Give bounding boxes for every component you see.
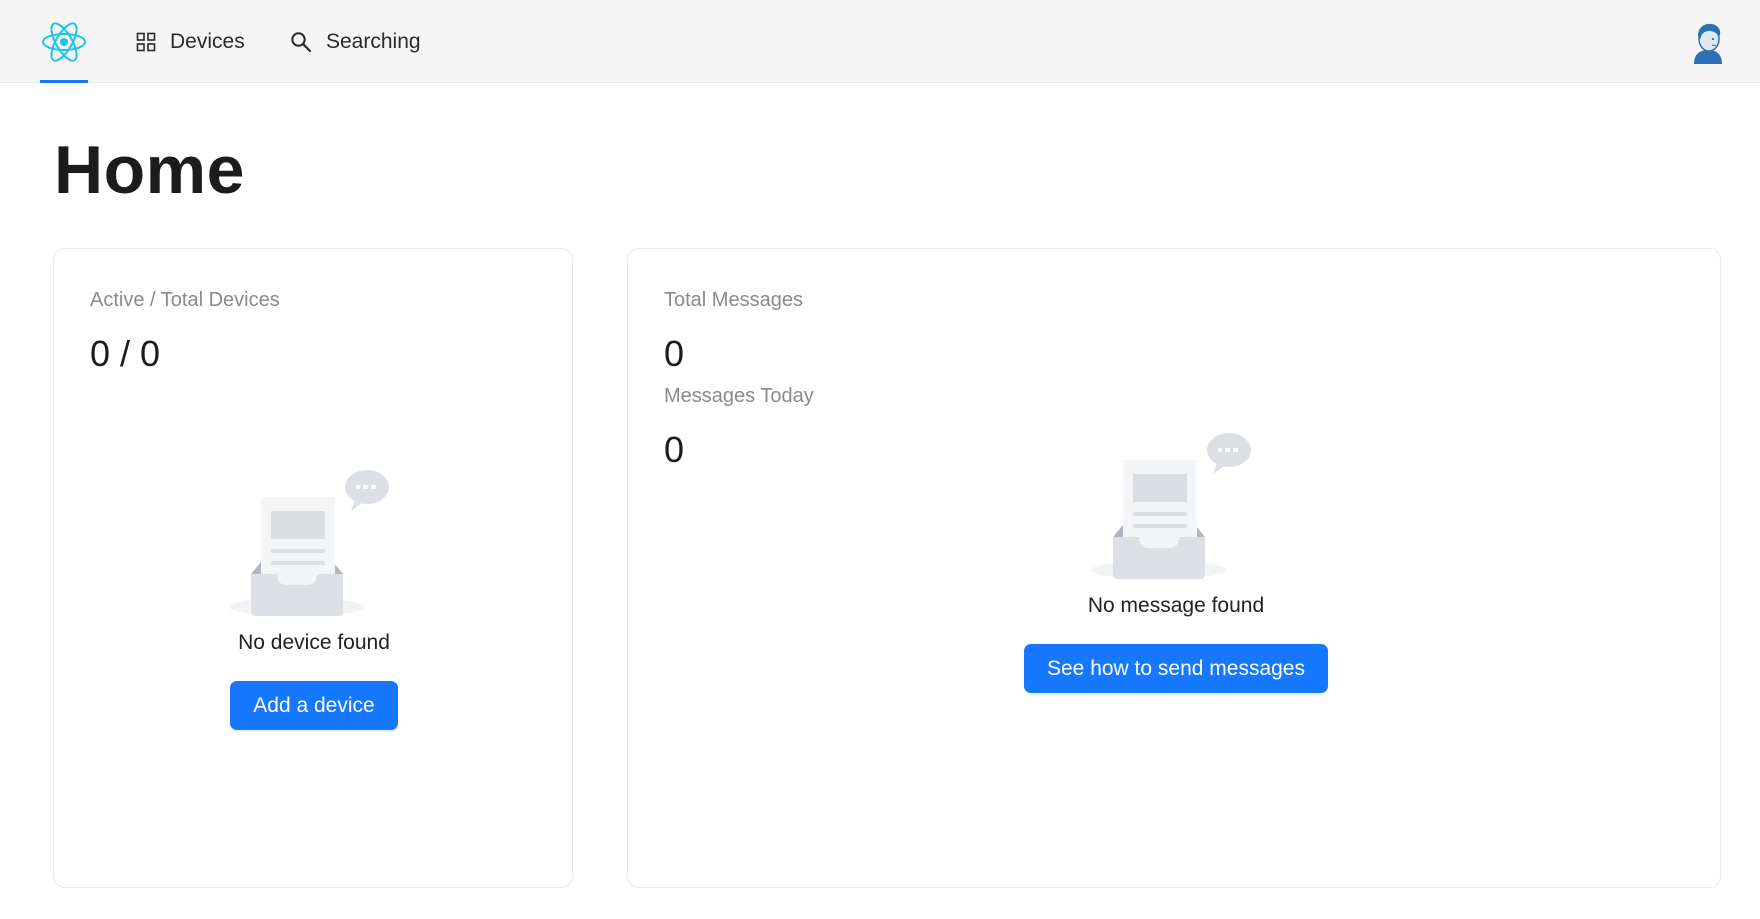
empty-inbox-icon [1091,433,1251,579]
total-messages-label: Total Messages [664,289,803,311]
app-logo[interactable] [40,0,88,83]
total-messages-value: 0 [664,333,685,374]
messages-empty-state: No message found See how to send message… [1024,432,1328,693]
search-icon [290,31,312,53]
user-avatar[interactable] [1690,20,1726,64]
devices-empty-state: No device found Add a device [54,469,574,730]
top-navbar: Devices Searching [0,0,1760,83]
messages-today-label: Messages Today [664,385,814,407]
nav-item-label: Searching [326,29,421,53]
no-message-text: No message found [1087,594,1265,617]
empty-inbox-icon [229,470,389,616]
devices-card: Active / Total Devices 0 / 0 No device f… [53,248,573,888]
avatar-portrait-icon [1694,23,1722,64]
page-title: Home [54,132,245,208]
active-total-devices-label: Active / Total Devices [90,289,280,311]
messages-today-value: 0 [664,429,685,470]
add-device-button[interactable]: Add a device [230,681,398,730]
app-grid-icon [136,32,156,52]
nav-item-devices[interactable]: Devices [136,0,245,83]
active-total-devices-value: 0 / 0 [90,333,161,374]
active-nav-indicator [40,80,88,83]
messages-card: Total Messages 0 Messages Today 0 No mes… [627,248,1721,888]
send-messages-guide-button[interactable]: See how to send messages [1024,644,1328,693]
nav-item-searching[interactable]: Searching [290,0,421,83]
nav-item-label: Devices [170,29,245,53]
react-atom-icon [42,21,86,62]
no-device-text: No device found [238,631,390,654]
